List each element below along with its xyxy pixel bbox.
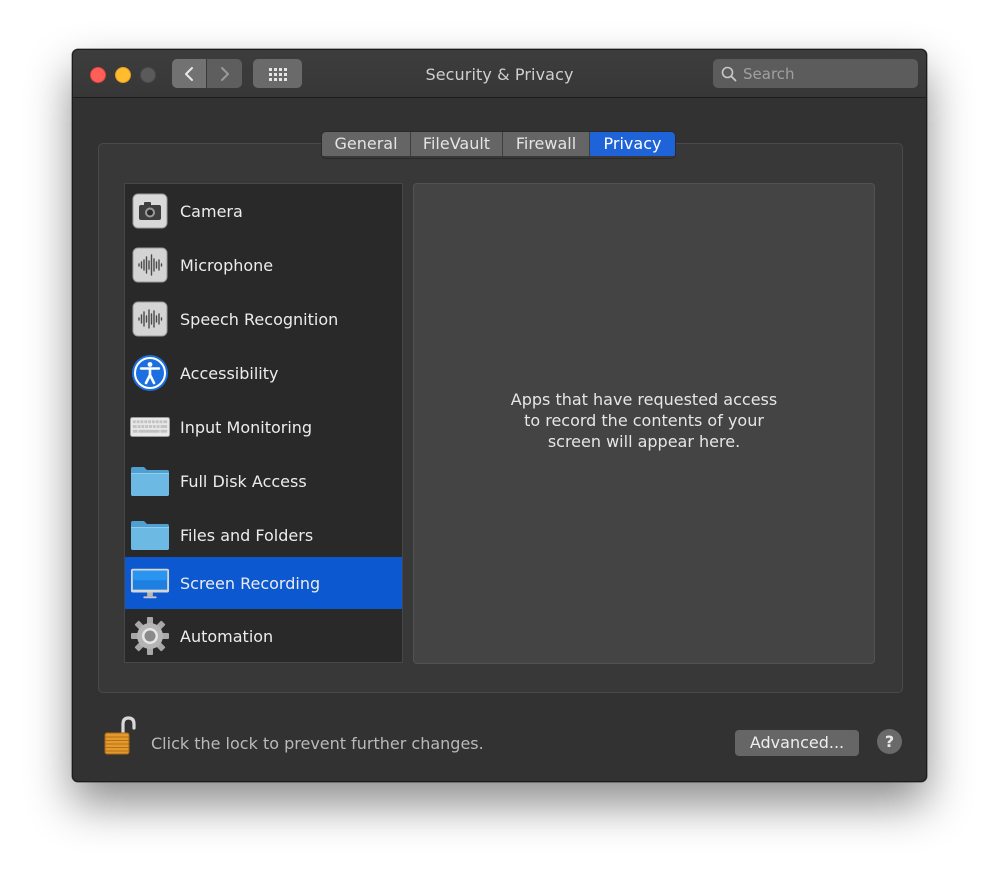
category-label: Microphone xyxy=(180,255,274,275)
screen-recording-app-list: Apps that have requested access to recor… xyxy=(413,183,875,664)
microphone-waveform-icon xyxy=(130,245,170,285)
category-speech-recognition[interactable]: Speech Recognition xyxy=(125,293,402,345)
category-screen-recording[interactable]: Screen Recording xyxy=(125,557,402,609)
search-input[interactable] xyxy=(743,64,913,83)
camera-icon xyxy=(130,191,170,231)
privacy-category-list: Camera Microphone Speech Recognition Acc… xyxy=(124,183,403,663)
speech-waveform-icon xyxy=(130,299,170,339)
keyboard-icon xyxy=(130,407,170,447)
search-icon xyxy=(721,66,737,81)
tab-privacy[interactable]: Privacy xyxy=(590,132,675,156)
category-label: Files and Folders xyxy=(180,525,314,545)
category-label: Automation xyxy=(180,626,274,646)
category-automation[interactable]: Automation xyxy=(125,610,402,662)
title-bar: Security & Privacy xyxy=(73,50,926,98)
unlocked-padlock-icon[interactable] xyxy=(103,716,137,760)
accessibility-icon xyxy=(130,353,170,393)
folder-icon xyxy=(130,515,170,555)
category-full-disk-access[interactable]: Full Disk Access xyxy=(125,455,402,507)
category-accessibility[interactable]: Accessibility xyxy=(125,347,402,399)
category-input-monitoring[interactable]: Input Monitoring xyxy=(125,401,402,453)
tab-filevault[interactable]: FileVault xyxy=(411,132,503,156)
folder-icon xyxy=(130,461,170,501)
category-microphone[interactable]: Microphone xyxy=(125,239,402,291)
preferences-window: Security & Privacy General FileVault Fir… xyxy=(72,49,927,782)
display-icon xyxy=(130,563,170,603)
tab-bar: General FileVault Firewall Privacy xyxy=(321,131,676,159)
category-label: Screen Recording xyxy=(180,573,321,593)
help-button[interactable]: ? xyxy=(877,729,902,754)
search-field[interactable] xyxy=(713,59,918,88)
tab-firewall[interactable]: Firewall xyxy=(503,132,590,156)
category-label: Speech Recognition xyxy=(180,309,339,329)
empty-state-message: Apps that have requested access to recor… xyxy=(510,390,778,451)
category-label: Input Monitoring xyxy=(180,417,313,437)
category-files-and-folders[interactable]: Files and Folders xyxy=(125,509,402,561)
category-label: Full Disk Access xyxy=(180,471,307,491)
gear-icon xyxy=(130,616,170,656)
advanced-button[interactable]: Advanced... xyxy=(735,730,859,756)
category-label: Camera xyxy=(180,201,243,221)
tab-general[interactable]: General xyxy=(322,132,411,156)
category-camera[interactable]: Camera xyxy=(125,185,402,237)
lock-status-text: Click the lock to prevent further change… xyxy=(151,734,484,753)
category-label: Accessibility xyxy=(180,363,279,383)
